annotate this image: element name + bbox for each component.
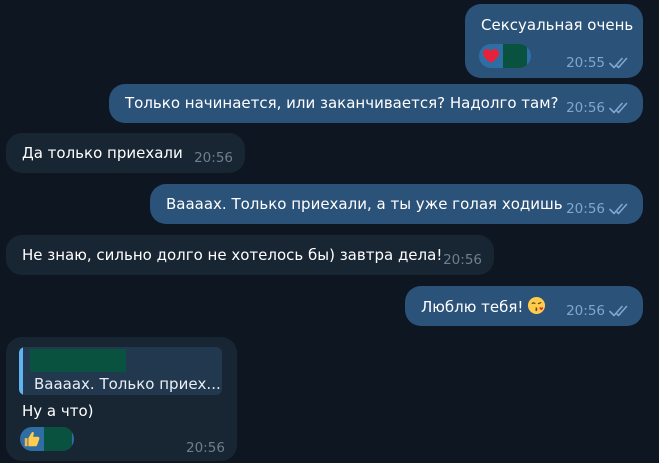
message-text: Да только приехали [22, 144, 183, 162]
reactor-avatar [44, 427, 72, 451]
double-check-icon [609, 305, 628, 317]
message-text: Ваааах. Только приехали, а ты уже голая … [166, 195, 563, 213]
message-time: 20:56 [443, 252, 482, 268]
reply-text: Ваааах. Только приех... [34, 375, 221, 393]
message-bubble[interactable]: Сексуальная очень 20:55 [465, 4, 643, 78]
message-time: 20:56 [566, 303, 605, 319]
message-meta: 20:56 [566, 303, 631, 319]
message-text: Люблю тебя! [421, 296, 546, 320]
double-check-icon [609, 203, 628, 215]
reaction-heart[interactable] [479, 44, 531, 68]
message-text: Только начинается, или заканчивается? На… [125, 94, 559, 112]
message-text: Ну а что) [22, 402, 94, 420]
reply-author-redacted [30, 349, 126, 372]
message-text-content: Люблю тебя! [421, 298, 524, 316]
heart-icon [479, 44, 503, 68]
reply-accent-bar [19, 347, 23, 395]
reactor-avatar [503, 44, 527, 68]
message-time: 20:56 [186, 440, 225, 456]
thumbs-up-icon [20, 427, 44, 451]
kissing-face-icon [527, 296, 546, 320]
reply-quote[interactable]: Ваааах. Только приех... [19, 347, 222, 395]
message-meta: 20:56 [566, 201, 631, 217]
message-text: Сексуальная очень [481, 16, 634, 34]
message-meta: 20:56 [566, 100, 631, 116]
message-meta: 20:56 [443, 252, 482, 268]
message-text: Не знаю, сильно долго не хотелось бы) за… [22, 246, 443, 264]
message-time: 20:55 [566, 55, 605, 71]
message-time: 20:56 [566, 201, 605, 217]
message-bubble[interactable]: Да только приехали 20:56 [6, 133, 245, 173]
message-meta: 20:55 [566, 55, 631, 71]
reaction-thumbs-up[interactable] [20, 427, 74, 451]
message-meta: 20:56 [194, 150, 233, 166]
message-time: 20:56 [566, 100, 605, 116]
message-bubble[interactable]: Не знаю, сильно долго не хотелось бы) за… [6, 235, 494, 275]
message-time: 20:56 [194, 150, 233, 166]
double-check-icon [609, 57, 628, 69]
message-bubble[interactable]: Люблю тебя! 20:56 [405, 286, 643, 326]
message-bubble[interactable]: Только начинается, или заканчивается? На… [109, 84, 643, 123]
double-check-icon [609, 102, 628, 114]
message-bubble[interactable]: Ваааах. Только приехали, а ты уже голая … [150, 184, 643, 224]
